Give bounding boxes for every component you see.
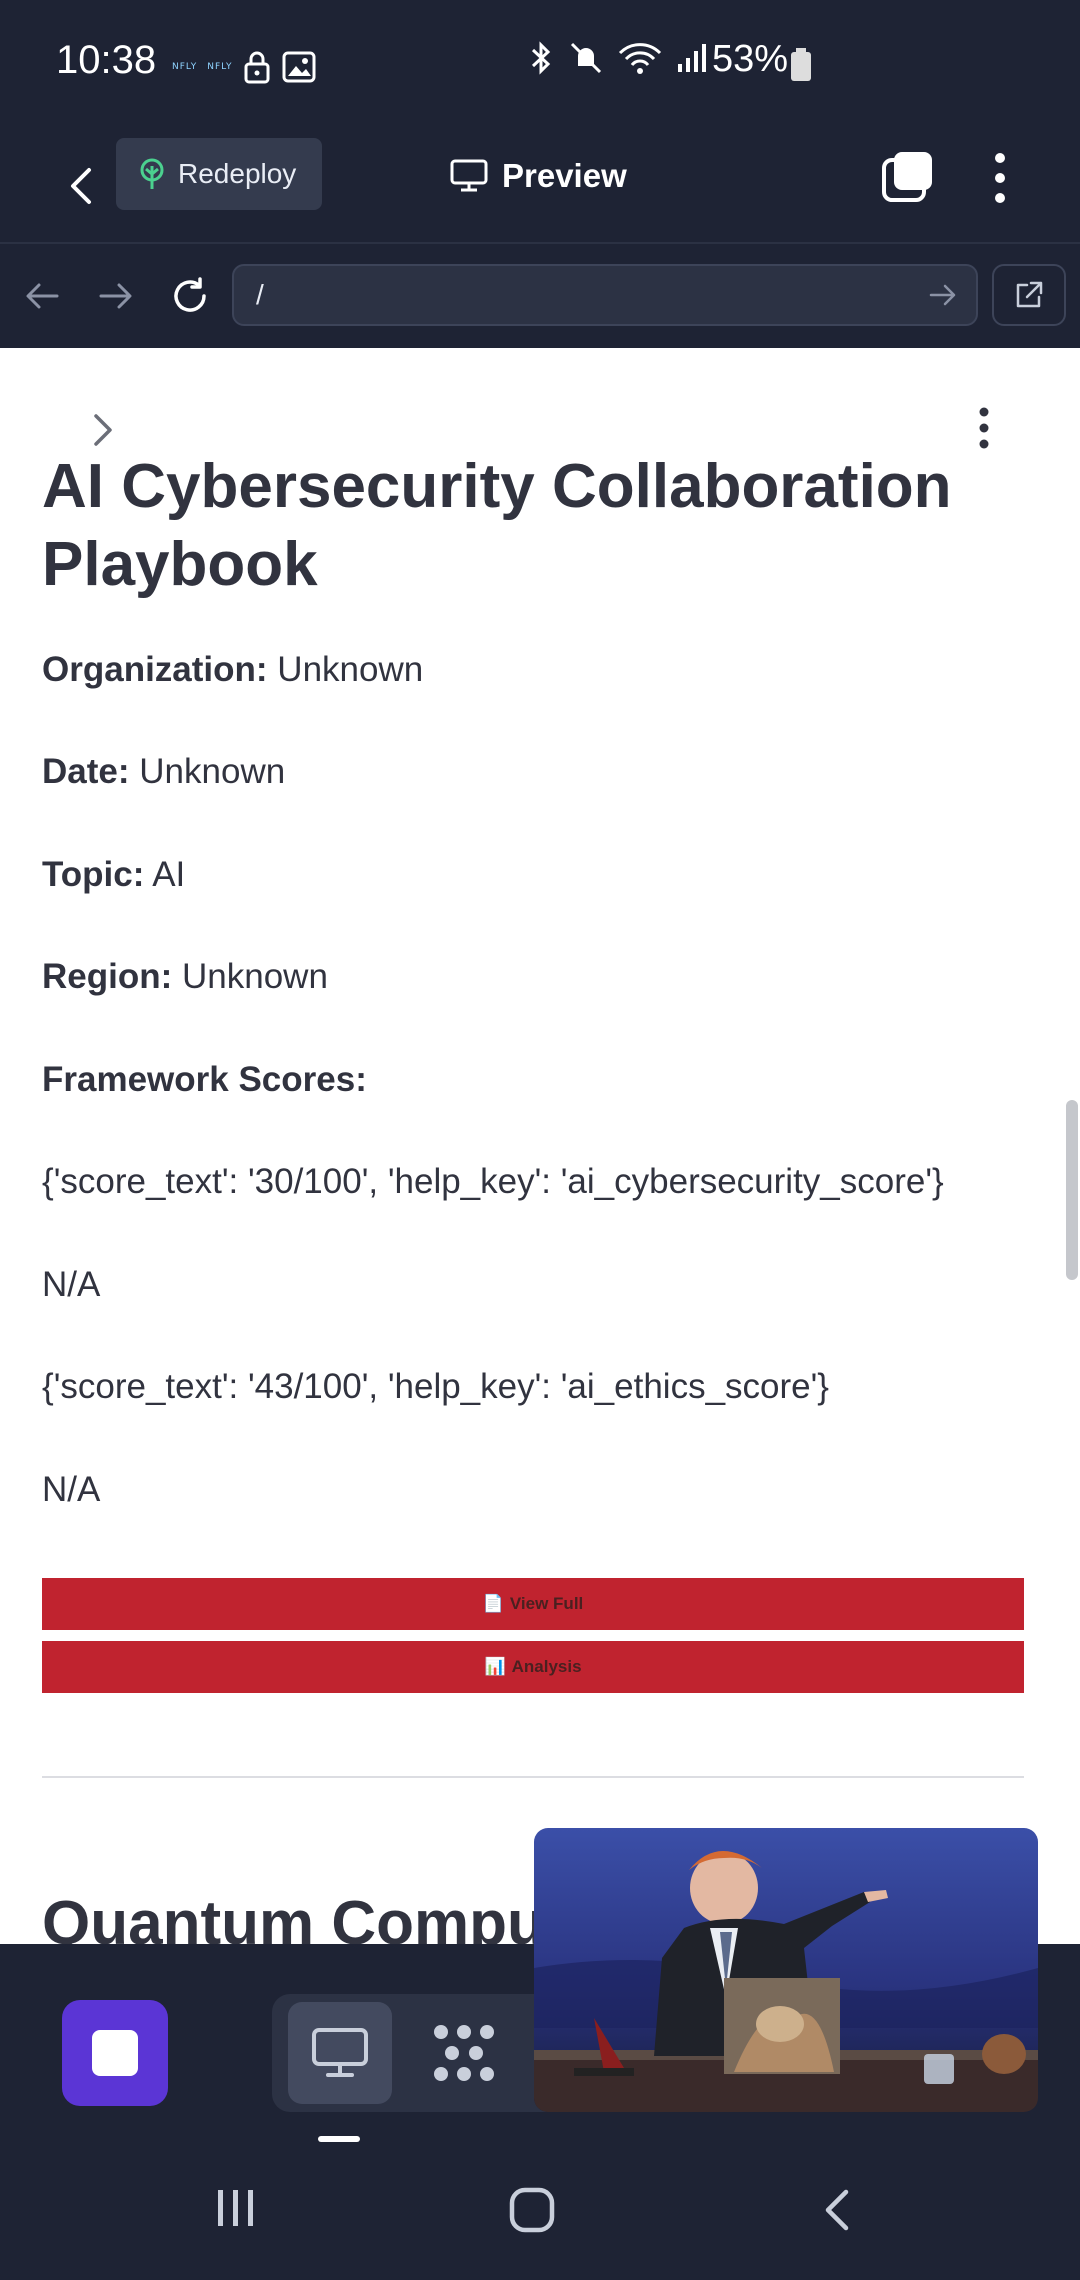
field-label: Topic: <box>42 855 145 894</box>
status-icons <box>528 40 708 76</box>
desktop-icon <box>450 159 488 192</box>
lock-icon <box>244 51 270 84</box>
redeploy-button[interactable]: Redeploy <box>116 138 322 210</box>
reload-icon <box>174 277 206 312</box>
signal-icon <box>678 44 706 72</box>
view-full-button[interactable]: 📄 View Full <box>42 1578 1024 1630</box>
organization-field: Organization: Unknown <box>42 650 423 690</box>
battery-icon <box>791 48 811 81</box>
app-badge-icon: NFLY <box>207 62 233 72</box>
external-link-icon <box>1016 281 1043 308</box>
video-frame <box>534 1828 1038 2112</box>
score-na-paragraph: N/A <box>42 1470 101 1509</box>
field-label: Organization: <box>42 650 268 689</box>
go-arrow-icon[interactable] <box>928 280 958 310</box>
reload-button[interactable] <box>162 268 218 324</box>
analysis-button[interactable]: 📊 Analysis <box>42 1641 1024 1693</box>
preview-title: Preview <box>450 148 627 204</box>
wifi-icon <box>618 43 662 74</box>
mute-icon <box>570 42 602 74</box>
field-value: Unknown <box>139 752 286 791</box>
score-text-paragraph: {'score_text': '43/100', 'help_key': 'ai… <box>42 1367 829 1406</box>
region-field: Region: Unknown <box>42 957 328 997</box>
browser-back-button[interactable] <box>14 268 70 324</box>
document-icon: 📄 <box>482 1594 504 1613</box>
topic-field: Topic: AI <box>42 855 185 895</box>
apps-view-button[interactable] <box>412 2002 516 2104</box>
next-section-heading: Quantum Comput <box>42 1889 566 1944</box>
open-external-button[interactable] <box>992 264 1066 326</box>
browser-toolbar: / <box>0 244 1080 348</box>
score-text-paragraph: {'score_text': '30/100', 'help_key': 'ai… <box>42 1162 944 1201</box>
status-time: 10:38 <box>56 38 157 82</box>
notification-icons: NFLY NFLY <box>172 50 316 84</box>
field-value: Unknown <box>182 957 328 996</box>
redeploy-label: Redeploy <box>178 158 297 189</box>
preview-content: AI Cybersecurity Collaboration Playbook … <box>0 348 1080 1944</box>
field-value: AI <box>152 855 186 894</box>
framework-scores-label: Framework Scores: <box>42 1060 367 1099</box>
gallery-icon <box>282 51 316 83</box>
stop-button[interactable] <box>62 2000 168 2106</box>
date-field: Date: Unknown <box>42 752 285 792</box>
status-bar: 10:38 NFLY NFLY 53% <box>0 0 1080 130</box>
system-navigation-bar <box>0 2144 1080 2280</box>
chevron-left-icon <box>71 168 91 204</box>
arrow-left-icon <box>26 283 59 309</box>
scrollbar-thumb[interactable] <box>1066 1100 1078 1280</box>
tabs-button[interactable] <box>880 148 936 204</box>
browser-forward-button[interactable] <box>88 268 144 324</box>
home-icon[interactable] <box>508 2186 556 2234</box>
page-title: AI Cybersecurity Collaboration Playbook <box>42 452 952 599</box>
stop-icon <box>92 2030 138 2076</box>
dots-grid-icon <box>434 2025 494 2081</box>
button-label: Analysis <box>511 1657 582 1676</box>
score-na-paragraph: N/A <box>42 1265 101 1304</box>
field-label: Date: <box>42 752 130 791</box>
back-button[interactable] <box>52 154 108 218</box>
content-menu-icon[interactable] <box>972 406 996 450</box>
recent-apps-icon[interactable] <box>214 2188 258 2228</box>
tabs-icon <box>882 152 932 202</box>
section-divider <box>42 1776 1024 1778</box>
desktop-view-button[interactable] <box>288 2002 392 2104</box>
arrow-right-icon <box>99 283 132 309</box>
bluetooth-icon <box>531 41 551 75</box>
field-value: Unknown <box>277 650 424 689</box>
chart-icon: 📊 <box>484 1657 506 1676</box>
button-label: View Full <box>509 1594 584 1613</box>
active-indicator <box>318 2136 360 2142</box>
monitor-icon <box>312 2028 368 2077</box>
preview-label: Preview <box>502 157 627 194</box>
more-options-button[interactable] <box>980 148 1020 208</box>
back-nav-icon[interactable] <box>820 2188 852 2232</box>
url-input[interactable]: / <box>232 264 978 326</box>
battery-percent: 53% <box>712 38 789 80</box>
tree-icon <box>140 158 164 189</box>
chevron-right-icon[interactable] <box>88 410 118 450</box>
field-label: Region: <box>42 957 173 996</box>
app-bar: Redeploy Preview <box>0 130 1080 242</box>
picture-in-picture-video[interactable] <box>534 1828 1038 2112</box>
kebab-menu-icon <box>995 153 1005 203</box>
url-value: / <box>256 279 264 310</box>
app-badge-icon: NFLY <box>172 62 198 72</box>
